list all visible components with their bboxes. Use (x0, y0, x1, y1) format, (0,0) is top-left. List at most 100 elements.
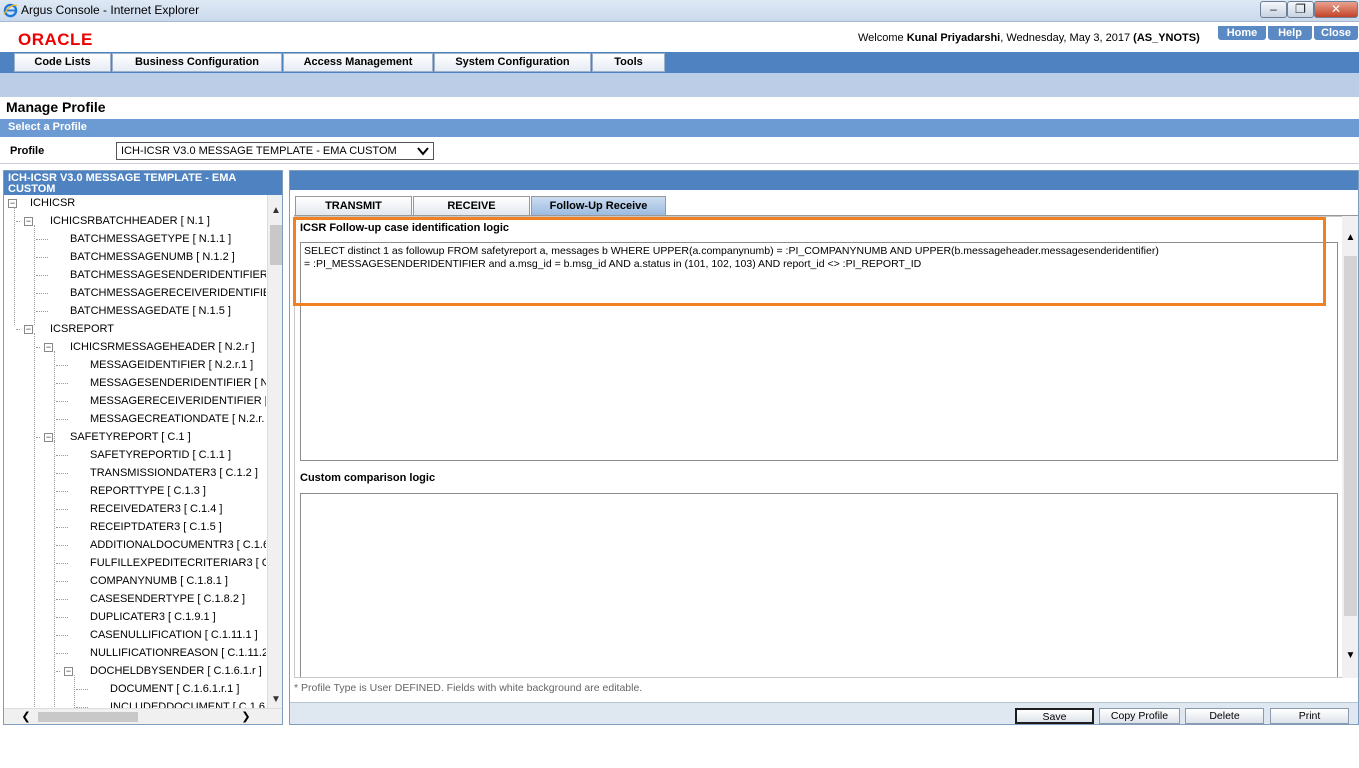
tree-node[interactable]: BATCHMESSAGEDATE [ N.1.5 ] (70, 303, 231, 319)
tree-node[interactable]: NULLIFICATIONREASON [ C.1.11.2 (90, 645, 266, 661)
custom-comparison-textarea[interactable] (300, 493, 1338, 677)
tree-node[interactable]: DOCHELDBYSENDER [ C.1.6.1.r ] (90, 663, 262, 679)
menu-tools[interactable]: Tools (592, 53, 665, 72)
tree-node[interactable]: SAFETYREPORTID [ C.1.1 ] (90, 447, 231, 463)
tree-connector (16, 221, 20, 222)
sub-menu-bar (0, 73, 1359, 97)
help-link[interactable]: Help (1268, 26, 1312, 40)
maximize-button[interactable]: ❐ (1287, 1, 1314, 18)
tree-node[interactable]: ICHICSR (30, 195, 75, 211)
tree-node[interactable]: ADDITIONALDOCUMENTR3 [ C.1.6 (90, 537, 266, 553)
tree-node[interactable]: COMPANYNUMB [ C.1.8.1 ] (90, 573, 228, 589)
profile-select[interactable]: ICH-ICSR V3.0 MESSAGE TEMPLATE - EMA CUS… (116, 142, 434, 160)
menu-code-lists[interactable]: Code Lists (14, 53, 111, 72)
tree-node[interactable]: FULFILLEXPEDITECRITERIAR3 [ C (90, 555, 266, 571)
collapse-toggle-icon[interactable]: − (44, 433, 53, 442)
close-window-button[interactable]: ✕ (1314, 1, 1358, 18)
tree-scroll-thumb[interactable] (270, 225, 282, 265)
current-date: , Wednesday, May 3, 2017 (1000, 32, 1134, 44)
tree-node[interactable]: MESSAGESENDERIDENTIFIER [ N (90, 375, 266, 391)
tree-node[interactable]: BATCHMESSAGESENDERIDENTIFIER (70, 267, 266, 283)
tree-connector (36, 293, 48, 294)
home-link[interactable]: Home (1218, 26, 1266, 40)
profile-label: Profile (10, 145, 45, 157)
tree-connector (36, 275, 48, 276)
tree-node[interactable]: DUPLICATER3 [ C.1.9.1 ] (90, 609, 216, 625)
tree-node[interactable]: CASENULLIFICATION [ C.1.11.1 ] (90, 627, 258, 643)
tab-follow-up-receive[interactable]: Follow-Up Receive (531, 196, 666, 215)
tree-connector (56, 401, 68, 402)
close-link[interactable]: Close (1314, 26, 1358, 40)
tree-connector (56, 563, 68, 564)
site-name: (AS_YNOTS) (1133, 32, 1200, 44)
tree-node[interactable]: ICHICSRMESSAGEHEADER [ N.2.r ] (70, 339, 255, 355)
menu-access-management[interactable]: Access Management (283, 53, 433, 72)
tree-connector (56, 527, 68, 528)
tab-receive[interactable]: RECEIVE (413, 196, 530, 215)
scroll-down-icon[interactable]: ▼ (1342, 648, 1358, 664)
save-button[interactable]: Save (1015, 708, 1094, 724)
tab-transmit[interactable]: TRANSMIT (295, 196, 412, 215)
tree-node[interactable]: BATCHMESSAGERECEIVERIDENTIFIE (70, 285, 266, 301)
collapse-toggle-icon[interactable]: − (24, 325, 33, 334)
collapse-toggle-icon[interactable]: − (44, 343, 53, 352)
tree-connector (36, 257, 48, 258)
scroll-up-icon[interactable]: ▲ (1342, 230, 1358, 246)
scroll-down-icon[interactable]: ▼ (268, 692, 282, 708)
tree-node[interactable]: BATCHMESSAGENUMB [ N.1.2 ] (70, 249, 235, 265)
tree-node[interactable]: ICSREPORT (50, 321, 114, 337)
print-button[interactable]: Print (1270, 708, 1349, 724)
tree-connector (36, 239, 48, 240)
menu-system-configuration[interactable]: System Configuration (434, 53, 591, 72)
welcome-prefix: Welcome (858, 32, 907, 44)
tree-node[interactable]: SAFETYREPORT [ C.1 ] (70, 429, 191, 445)
tree-connector (56, 491, 68, 492)
tree-node[interactable]: MESSAGECREATIONDATE [ N.2.r. (90, 411, 264, 427)
scroll-up-icon[interactable]: ▲ (268, 203, 282, 219)
tree-header: ICH-ICSR V3.0 MESSAGE TEMPLATE - EMA CUS… (4, 171, 282, 195)
tree-node[interactable]: MESSAGEIDENTIFIER [ N.2.r.1 ] (90, 357, 253, 373)
tree-vertical-scrollbar[interactable]: ▲ ▼ (267, 195, 282, 708)
tree-connector (76, 689, 88, 690)
tree-node[interactable]: REPORTTYPE [ C.1.3 ] (90, 483, 206, 499)
tree-node[interactable]: BATCHMESSAGETYPE [ N.1.1 ] (70, 231, 231, 247)
tree-horizontal-scrollbar[interactable]: ❮ ❯ (4, 708, 282, 724)
collapse-toggle-icon[interactable]: − (24, 217, 33, 226)
tree-guide-line (34, 333, 35, 708)
tree-connector (56, 509, 68, 510)
tree-connector (56, 545, 68, 546)
tree-connector (56, 365, 68, 366)
tree-hscroll-thumb[interactable] (38, 712, 138, 722)
collapse-toggle-icon[interactable]: − (64, 667, 73, 676)
action-button-bar: Save Copy Profile Delete Print (290, 702, 1358, 724)
page-title: Manage Profile (6, 99, 106, 115)
followup-logic-textarea[interactable]: SELECT distinct 1 as followup FROM safet… (300, 242, 1338, 461)
content-scroll-thumb[interactable] (1344, 256, 1357, 616)
scroll-left-icon[interactable]: ❮ (18, 709, 34, 724)
panel-header-strip (290, 171, 1358, 190)
minimize-button[interactable]: ‒ (1260, 1, 1287, 18)
tree-node[interactable]: INCLUDEDDOCUMENT [ C.1.6.1 (110, 699, 266, 708)
tree-node[interactable]: CASESENDERTYPE [ C.1.8.2 ] (90, 591, 245, 607)
tree-connector (56, 635, 68, 636)
tree-node[interactable]: TRANSMISSIONDATER3 [ C.1.2 ] (90, 465, 258, 481)
content-vertical-scrollbar[interactable]: ▲ ▼ (1342, 216, 1358, 678)
tree-connector (36, 347, 40, 348)
tree-node[interactable]: RECEIPTDATER3 [ C.1.5 ] (90, 519, 222, 535)
tree-connector (56, 383, 68, 384)
tree-node[interactable]: RECEIVEDATER3 [ C.1.4 ] (90, 501, 222, 517)
oracle-logo: ORACLE (18, 30, 93, 49)
scroll-right-icon[interactable]: ❯ (238, 709, 254, 724)
tree-panel: ICH-ICSR V3.0 MESSAGE TEMPLATE - EMA CUS… (3, 170, 283, 725)
copy-profile-button[interactable]: Copy Profile (1099, 708, 1180, 724)
tree-guide-line (54, 351, 55, 451)
collapse-toggle-icon[interactable]: − (8, 199, 17, 208)
tree-connector (56, 653, 68, 654)
chevron-down-icon (417, 147, 429, 156)
delete-button[interactable]: Delete (1185, 708, 1264, 724)
menu-business-configuration[interactable]: Business Configuration (112, 53, 282, 72)
tree-node[interactable]: DOCUMENT [ C.1.6.1.r.1 ] (110, 681, 239, 697)
tree-node[interactable]: MESSAGERECEIVERIDENTIFIER [ (90, 393, 266, 409)
tree-node[interactable]: ICHICSRBATCHHEADER [ N.1 ] (50, 213, 210, 229)
tree-connector (56, 671, 60, 672)
